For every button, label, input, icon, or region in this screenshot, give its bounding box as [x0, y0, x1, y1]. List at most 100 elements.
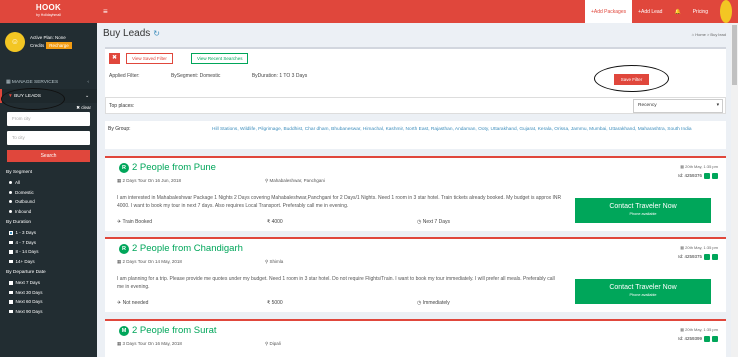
lead-transport: ✈ Train Booked: [117, 219, 153, 225]
from-city-input[interactable]: From city: [7, 112, 90, 126]
radio-icon: [9, 190, 12, 194]
sidebar-item-label: MANAGE SERVICES: [11, 79, 59, 85]
segment-option-all[interactable]: All: [0, 178, 97, 188]
whatsapp-icon[interactable]: [704, 172, 710, 179]
departure-option-60[interactable]: Next 60 Days: [0, 297, 97, 307]
page-title: Buy Leads ↻: [103, 28, 160, 39]
sort-select[interactable]: Recency ▾: [633, 99, 723, 113]
checkbox-icon: [9, 290, 13, 294]
applied-filter-label: Applied Filter:: [109, 73, 140, 79]
lead-tour: ▦ 2 Days Tour On 14 May, 2018: [117, 259, 182, 264]
departure-option-30[interactable]: Next 30 Days: [0, 288, 97, 298]
checkbox-icon: [9, 259, 13, 263]
phone-icon[interactable]: [712, 253, 718, 260]
chevron-down-icon: ⌄: [84, 93, 89, 99]
top-places-label: Top places:: [109, 103, 135, 109]
radio-icon: [9, 181, 12, 185]
add-lead-button[interactable]: +Add Lead: [632, 0, 669, 23]
user-avatar[interactable]: [720, 0, 732, 23]
lead-card: M 2 People from Surat ▦ 20th May, 1:35 p…: [105, 319, 726, 357]
credits-label: Credits: [30, 42, 45, 48]
lead-meta-right: ▦ 20th May, 1:35 pm Id: 4259399: [678, 327, 718, 342]
sidebar: HOOK by Holidayhmall ☺ Active Plan: None…: [0, 0, 97, 357]
radio-icon: [9, 200, 12, 204]
contact-traveler-button[interactable]: Contact Traveler Now Phone available: [575, 279, 711, 304]
checkbox-icon: [9, 309, 13, 313]
annotation-circle: [594, 65, 669, 92]
lead-timing: ◷ Immediately: [417, 300, 450, 306]
lead-id: Id: 4259399: [678, 336, 702, 341]
lead-title[interactable]: 2 People from Surat: [132, 325, 217, 336]
segment-group-title: By Segment: [6, 170, 33, 175]
lead-destination: ⚲ Dipali: [265, 341, 281, 346]
segment-option-inbound[interactable]: Inbound: [0, 207, 97, 217]
search-button[interactable]: Search: [7, 150, 90, 162]
logo[interactable]: HOOK by Holidayhmall: [0, 0, 97, 23]
annotation-circle: [1, 88, 65, 110]
lead-description: I am planning for a trip. Please provide…: [117, 276, 555, 290]
lead-destination: ⚲ Shimla: [265, 259, 284, 264]
lead-description: I am interested in Mahabaleshwar Package…: [117, 195, 562, 209]
main-content: Buy Leads ↻ ⌂ Home > Buy lead ✖ View Save…: [97, 23, 738, 357]
recharge-button[interactable]: Recharge: [46, 41, 72, 49]
phone-icon[interactable]: [712, 335, 718, 342]
lead-initial-badge: R: [119, 163, 129, 173]
lead-id: Id: 4259375: [678, 254, 702, 259]
segment-option-outbound[interactable]: Outbound: [0, 197, 97, 207]
notifications-button[interactable]: 🔔: [668, 0, 686, 23]
applied-segment: BySegment: Domestic: [170, 73, 221, 79]
lead-card: R 2 People from Chandigarh ▦ 20th May, 1…: [105, 237, 726, 312]
lead-id: Id: 4259376: [678, 173, 702, 178]
view-recent-searches-button[interactable]: View Recent Searches: [191, 53, 249, 64]
duration-option-14-plus[interactable]: 14+ Days: [0, 257, 97, 267]
by-group-label: By Group:: [108, 126, 131, 132]
duration-option-4-7[interactable]: 4 - 7 Days: [0, 238, 97, 248]
lead-title[interactable]: 2 People from Chandigarh: [132, 243, 243, 254]
view-saved-filter-button[interactable]: View Saved Filter: [126, 53, 173, 64]
lead-destination: ⚲ Mahabaleshwar, Panchgani: [265, 178, 325, 183]
bell-icon: 🔔: [674, 8, 681, 15]
logo-subtitle: by Holidayhmall: [36, 13, 61, 17]
whatsapp-icon[interactable]: [704, 253, 710, 260]
checkbox-icon: [9, 281, 13, 285]
group-links[interactable]: Hill Stations, Wildlife, Pilgrimage, Bud…: [212, 126, 717, 134]
departure-option-90[interactable]: Next 90 Days: [0, 307, 97, 317]
duration-option-8-14[interactable]: 8 - 14 Days: [0, 247, 97, 257]
applied-duration: ByDuration: 1 TO 3 Days: [251, 73, 308, 79]
group-row: By Group: Hill Stations, Wildlife, Pilgr…: [105, 121, 726, 149]
contact-traveler-button[interactable]: Contact Traveler Now Phone available: [575, 198, 711, 223]
lead-transport: ✈ Not needed: [117, 300, 149, 306]
segment-option-domestic[interactable]: Domestic: [0, 188, 97, 198]
duration-group-title: By Duration: [6, 220, 32, 225]
lead-initial-badge: M: [119, 326, 129, 336]
caret-down-icon: ▾: [716, 103, 719, 108]
duration-option-1-3[interactable]: 1 - 3 Days: [0, 228, 97, 238]
lead-title[interactable]: 2 People from Pune: [132, 162, 216, 173]
lead-card: R 2 People from Pune ▦ 20th May, 1:35 pm…: [105, 156, 726, 231]
scrollbar-thumb[interactable]: [732, 25, 737, 85]
sidebar-item-manage-services[interactable]: ▦ MANAGE SERVICES ‹: [0, 75, 97, 89]
phone-icon[interactable]: [712, 172, 718, 179]
checkbox-icon: [9, 240, 13, 244]
to-city-input[interactable]: To city: [7, 131, 90, 145]
departure-option-7[interactable]: Next 7 Days: [0, 278, 97, 288]
refresh-icon[interactable]: ↻: [153, 29, 160, 38]
whatsapp-icon[interactable]: [704, 335, 710, 342]
hamburger-icon[interactable]: ≡: [103, 7, 108, 16]
user-panel: ☺ Active Plan: None Credits Recharge: [0, 23, 97, 60]
avatar: ☺: [5, 31, 25, 52]
checkbox-icon: [9, 250, 13, 254]
scrollbar[interactable]: [731, 23, 738, 357]
plan-label: Active Plan: None: [30, 34, 66, 40]
sort-row: Top places: Recency ▾: [105, 97, 726, 114]
departure-group-title: By Departure Date: [6, 270, 46, 275]
lead-meta-right: ▦ 20th May, 1:35 pm Id: 4259376: [678, 164, 718, 179]
add-packages-button[interactable]: +Add Packages: [584, 0, 633, 23]
close-filter-button[interactable]: ✖: [109, 53, 120, 64]
pricing-link[interactable]: Pricing: [687, 0, 714, 23]
lead-budget: ₹ 5000: [267, 300, 283, 306]
breadcrumb[interactable]: ⌂ Home > Buy lead: [692, 32, 726, 37]
checkbox-icon: [9, 300, 13, 304]
lead-tour: ▦ 2 Days Tour On 16 Jun, 2018: [117, 178, 181, 183]
top-navbar: ≡ +Add Packages +Add Lead 🔔 Pricing: [97, 0, 738, 23]
